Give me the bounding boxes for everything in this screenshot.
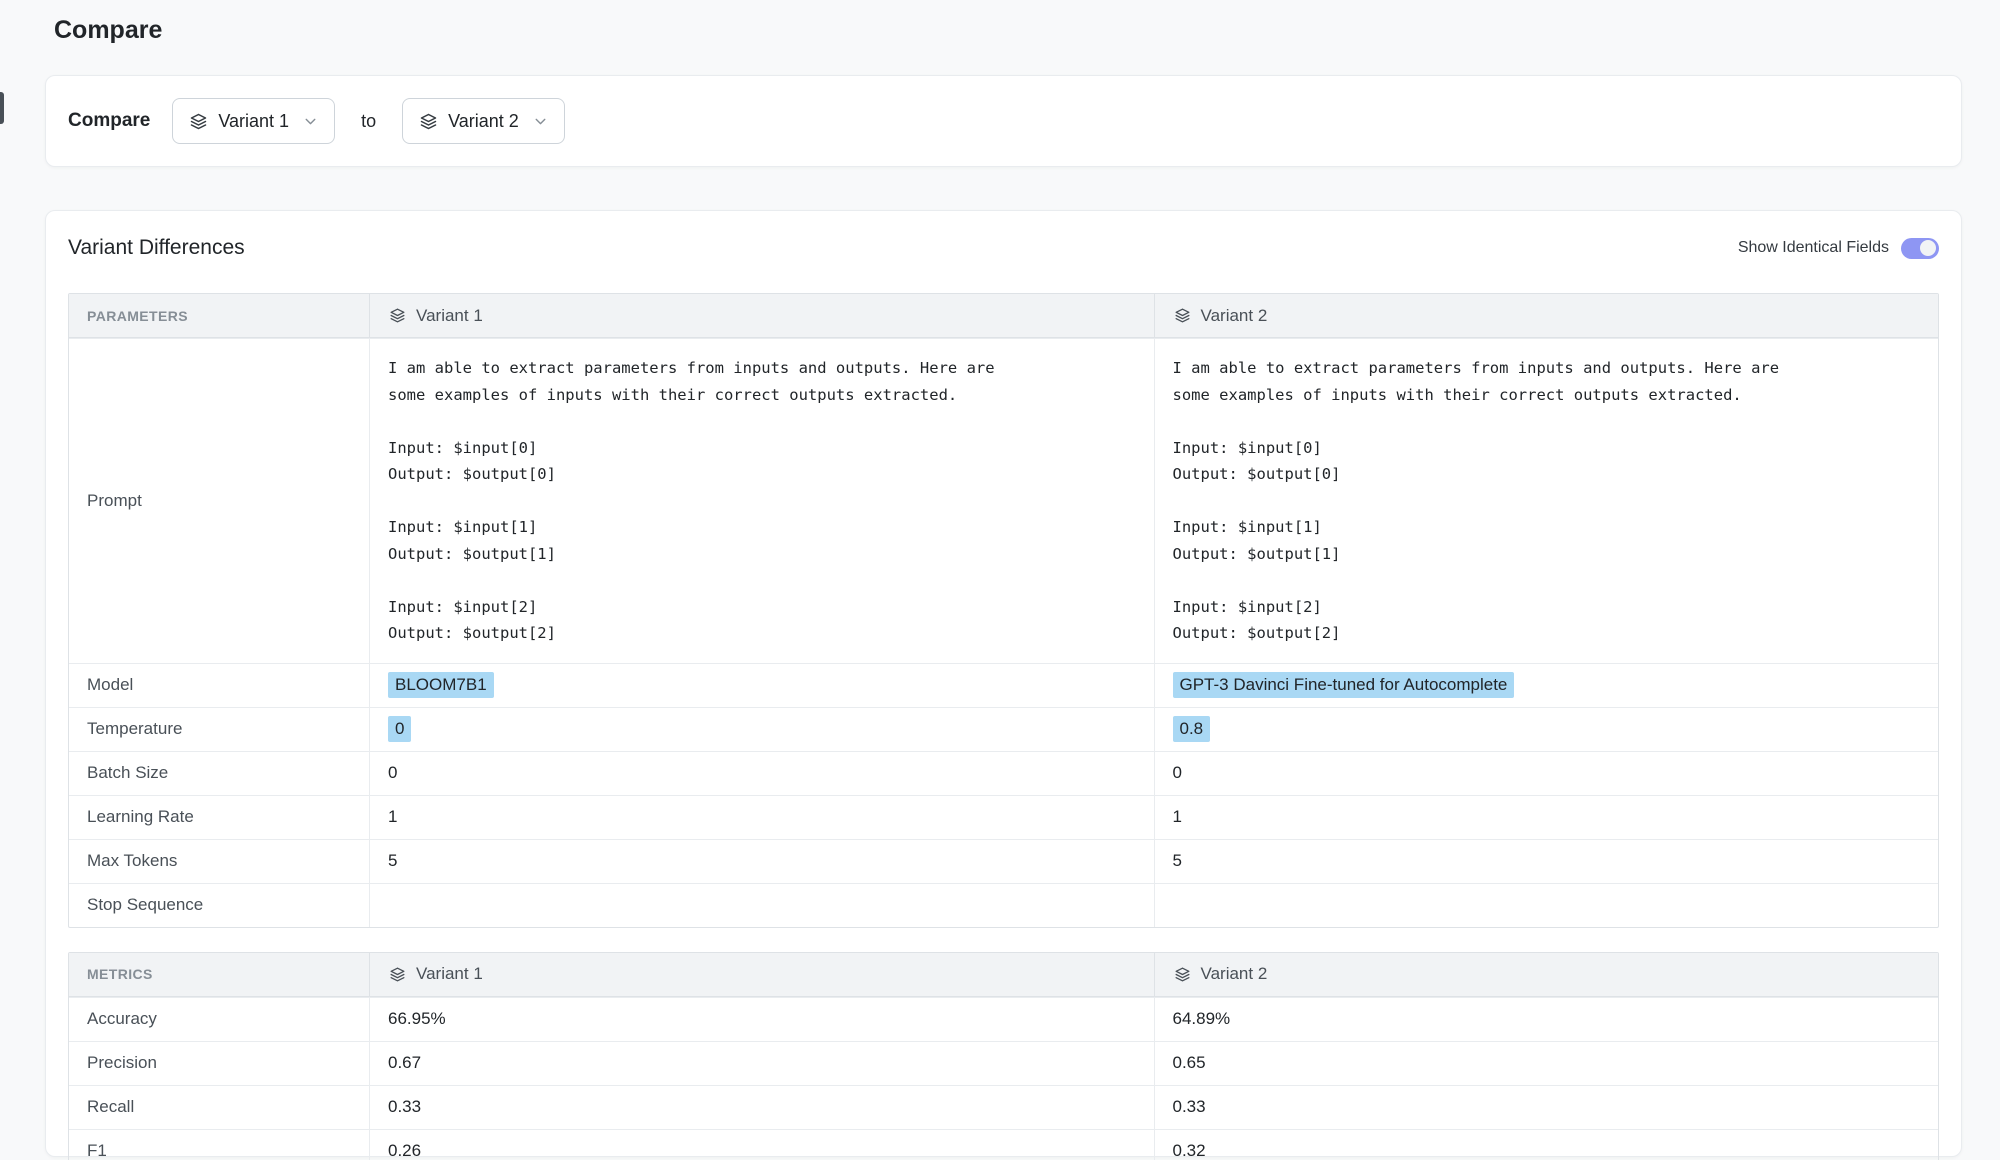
toggle-thumb	[1920, 240, 1936, 256]
column-header-variant2: Variant 2	[1154, 294, 1939, 337]
diff-highlight: 0.8	[1173, 716, 1211, 742]
layers-icon	[388, 306, 407, 325]
row-label: Temperature	[69, 708, 369, 751]
table-row-stop-sequence: Stop Sequence	[69, 883, 1938, 927]
row-value-variant1	[369, 884, 1154, 927]
chevron-down-icon	[532, 113, 549, 130]
row-label: Max Tokens	[69, 840, 369, 883]
table-row-temperature: Temperature 0 0.8	[69, 707, 1938, 751]
row-value-variant2: 64.89%	[1154, 998, 1939, 1041]
to-label: to	[357, 111, 380, 132]
row-label: Model	[69, 664, 369, 707]
scrollbar[interactable]	[0, 92, 4, 124]
row-value-variant2: 0.33	[1154, 1086, 1939, 1129]
column-header-variant1-label: Variant 1	[416, 964, 483, 984]
prompt-text: I am able to extract parameters from inp…	[1173, 355, 1780, 647]
table-row-model: Model BLOOM7B1 GPT-3 Davinci Fine-tuned …	[69, 663, 1938, 707]
parameters-table: PARAMETERS Variant 1 Variant 2 Prompt I …	[68, 293, 1939, 928]
column-header-variant2-label: Variant 2	[1201, 964, 1268, 984]
row-label: Stop Sequence	[69, 884, 369, 927]
row-value-variant1: 0.26	[369, 1130, 1154, 1160]
row-label: Precision	[69, 1042, 369, 1085]
layers-icon	[388, 965, 407, 984]
layers-icon	[1173, 306, 1192, 325]
row-value-variant2: 0.65	[1154, 1042, 1939, 1085]
row-value-variant2: 5	[1154, 840, 1939, 883]
row-label: Batch Size	[69, 752, 369, 795]
page-title: Compare	[54, 16, 162, 45]
prompt-text: I am able to extract parameters from inp…	[388, 355, 995, 647]
table-row-max-tokens: Max Tokens 5 5	[69, 839, 1938, 883]
diff-highlight: GPT-3 Davinci Fine-tuned for Autocomplet…	[1173, 672, 1515, 698]
row-value-variant1: 1	[369, 796, 1154, 839]
variant-2-dropdown[interactable]: Variant 2	[402, 98, 565, 144]
row-label: Prompt	[69, 339, 369, 663]
row-value-variant2: I am able to extract parameters from inp…	[1154, 339, 1939, 663]
diff-highlight: 0	[388, 716, 411, 742]
table-row-learning-rate: Learning Rate 1 1	[69, 795, 1938, 839]
row-value-variant2: 0	[1154, 752, 1939, 795]
column-header-variant1-label: Variant 1	[416, 306, 483, 326]
table-row-batch-size: Batch Size 0 0	[69, 751, 1938, 795]
diff-highlight: BLOOM7B1	[388, 672, 494, 698]
row-label: Accuracy	[69, 998, 369, 1041]
row-label: Learning Rate	[69, 796, 369, 839]
variant-differences-title: Variant Differences	[68, 236, 245, 260]
row-value-variant2: 1	[1154, 796, 1939, 839]
row-label: Recall	[69, 1086, 369, 1129]
table-row-recall: Recall 0.33 0.33	[69, 1085, 1938, 1129]
row-value-variant2: GPT-3 Davinci Fine-tuned for Autocomplet…	[1154, 664, 1939, 707]
layers-icon	[1173, 965, 1192, 984]
row-value-variant1: I am able to extract parameters from inp…	[369, 339, 1154, 663]
column-header-variant2: Variant 2	[1154, 953, 1939, 996]
row-value-variant1: 66.95%	[369, 998, 1154, 1041]
row-value-variant1: BLOOM7B1	[369, 664, 1154, 707]
table-row-prompt: Prompt I am able to extract parameters f…	[69, 338, 1938, 663]
show-identical-fields-label: Show Identical Fields	[1738, 239, 1889, 257]
variant-2-dropdown-label: Variant 2	[448, 111, 519, 132]
row-label: F1	[69, 1130, 369, 1160]
column-header-variant2-label: Variant 2	[1201, 306, 1268, 326]
section-label-metrics: METRICS	[87, 966, 153, 982]
chevron-down-icon	[302, 113, 319, 130]
variant-1-dropdown[interactable]: Variant 1	[172, 98, 335, 144]
section-label-parameters: PARAMETERS	[87, 308, 188, 324]
layers-icon	[188, 111, 209, 132]
variant-differences-card: Variant Differences Show Identical Field…	[45, 210, 1962, 1157]
parameters-header-row: PARAMETERS Variant 1 Variant 2	[69, 294, 1938, 338]
layers-icon	[418, 111, 439, 132]
row-value-variant2: 0.32	[1154, 1130, 1939, 1160]
metrics-table: METRICS Variant 1 Variant 2 Accuracy 66.…	[68, 952, 1939, 1160]
show-identical-fields-toggle[interactable]	[1901, 238, 1939, 259]
table-row-accuracy: Accuracy 66.95% 64.89%	[69, 997, 1938, 1041]
variant-1-dropdown-label: Variant 1	[218, 111, 289, 132]
compare-label: Compare	[68, 110, 150, 132]
row-value-variant2: 0.8	[1154, 708, 1939, 751]
table-row-precision: Precision 0.67 0.65	[69, 1041, 1938, 1085]
row-value-variant1: 0	[369, 708, 1154, 751]
row-value-variant1: 5	[369, 840, 1154, 883]
table-row-f1: F1 0.26 0.32	[69, 1129, 1938, 1160]
row-value-variant1: 0.67	[369, 1042, 1154, 1085]
column-header-variant1: Variant 1	[369, 294, 1154, 337]
metrics-header-row: METRICS Variant 1 Variant 2	[69, 953, 1938, 997]
column-header-variant1: Variant 1	[369, 953, 1154, 996]
compare-selector-card: Compare Variant 1 to Variant 2	[45, 75, 1962, 167]
row-value-variant1: 0	[369, 752, 1154, 795]
row-value-variant2	[1154, 884, 1939, 927]
row-value-variant1: 0.33	[369, 1086, 1154, 1129]
